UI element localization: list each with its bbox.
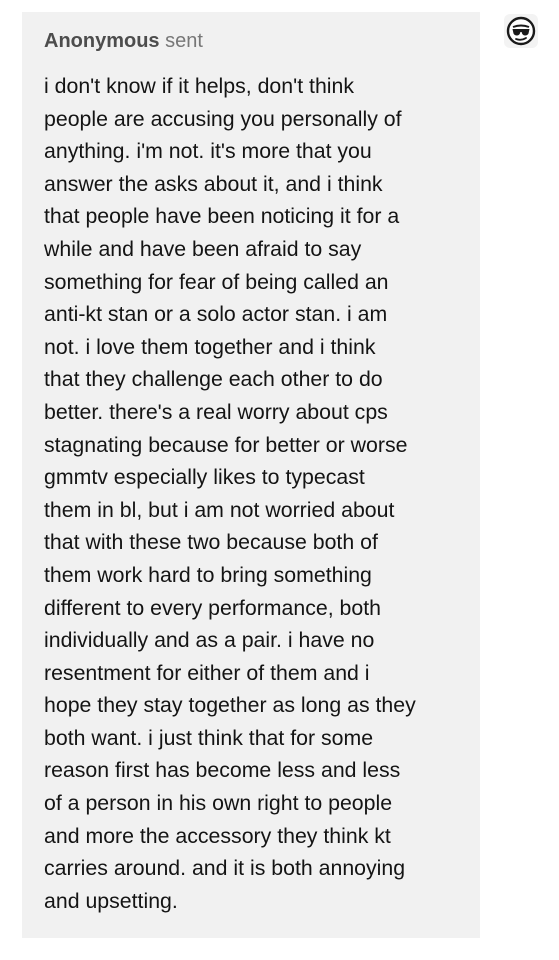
ask-body-line: hope they stay together as long as they xyxy=(44,693,416,718)
ask-body-line: of a person in his own right to people xyxy=(44,791,393,816)
ask-body-line: that with these two because both of xyxy=(44,530,378,555)
ask-body-line: reason first has become less and less xyxy=(44,758,401,783)
ask-body-line: something for fear of being called an xyxy=(44,269,389,294)
ask-body-line: carries around. and it is both annoying xyxy=(44,856,406,881)
ask-body-line: people are accusing you personally of xyxy=(44,106,402,131)
ask-sender-name[interactable]: Anonymous xyxy=(44,30,160,52)
anonymous-avatar[interactable] xyxy=(504,14,538,48)
ask-body-line: individually and as a pair. i have no xyxy=(44,628,375,653)
page: Anonymous sent i don't know if it helps,… xyxy=(0,0,559,960)
ask-header: Anonymous sent xyxy=(44,28,458,54)
ask-body-line: not. i love them together and i think xyxy=(44,334,376,359)
ask-body-line: anything. i'm not. it's more that you xyxy=(44,139,372,164)
ask-body-line: that they challenge each other to do xyxy=(44,367,383,392)
ask-body-line: anti-kt stan or a solo actor stan. i am xyxy=(44,302,388,327)
ask-body-line: them work hard to bring something xyxy=(44,562,372,587)
ask-body-line: answer the asks about it, and i think xyxy=(44,171,383,196)
ask-body-line: both want. i just think that for some xyxy=(44,725,374,750)
ask-body-line: and upsetting. xyxy=(44,888,178,913)
ask-body-line: them in bl, but i am not worried about xyxy=(44,497,395,522)
ask-body-line: and more the accessory they think kt xyxy=(44,823,391,848)
ask-body-line: stagnating because for better or worse xyxy=(44,432,408,457)
ask-body-line: resentment for either of them and i xyxy=(44,660,370,685)
ask-body-line: gmmtv especially likes to typecast xyxy=(44,465,365,490)
ask-body-line: better. there's a real worry about cps xyxy=(44,399,388,424)
ask-body-line: i don't know if it helps, don't think xyxy=(44,74,355,98)
ask-body-line: different to every performance, both xyxy=(44,595,381,620)
ask-card: Anonymous sent i don't know if it helps,… xyxy=(22,12,480,938)
ask-verb: sent xyxy=(165,30,203,52)
ask-body: i don't know if it helps, don't think pe… xyxy=(44,64,464,917)
anonymous-sunglasses-icon xyxy=(506,16,536,46)
ask-body-line: that people have been noticing it for a xyxy=(44,204,400,229)
ask-body-line: while and have been afraid to say xyxy=(44,236,362,261)
